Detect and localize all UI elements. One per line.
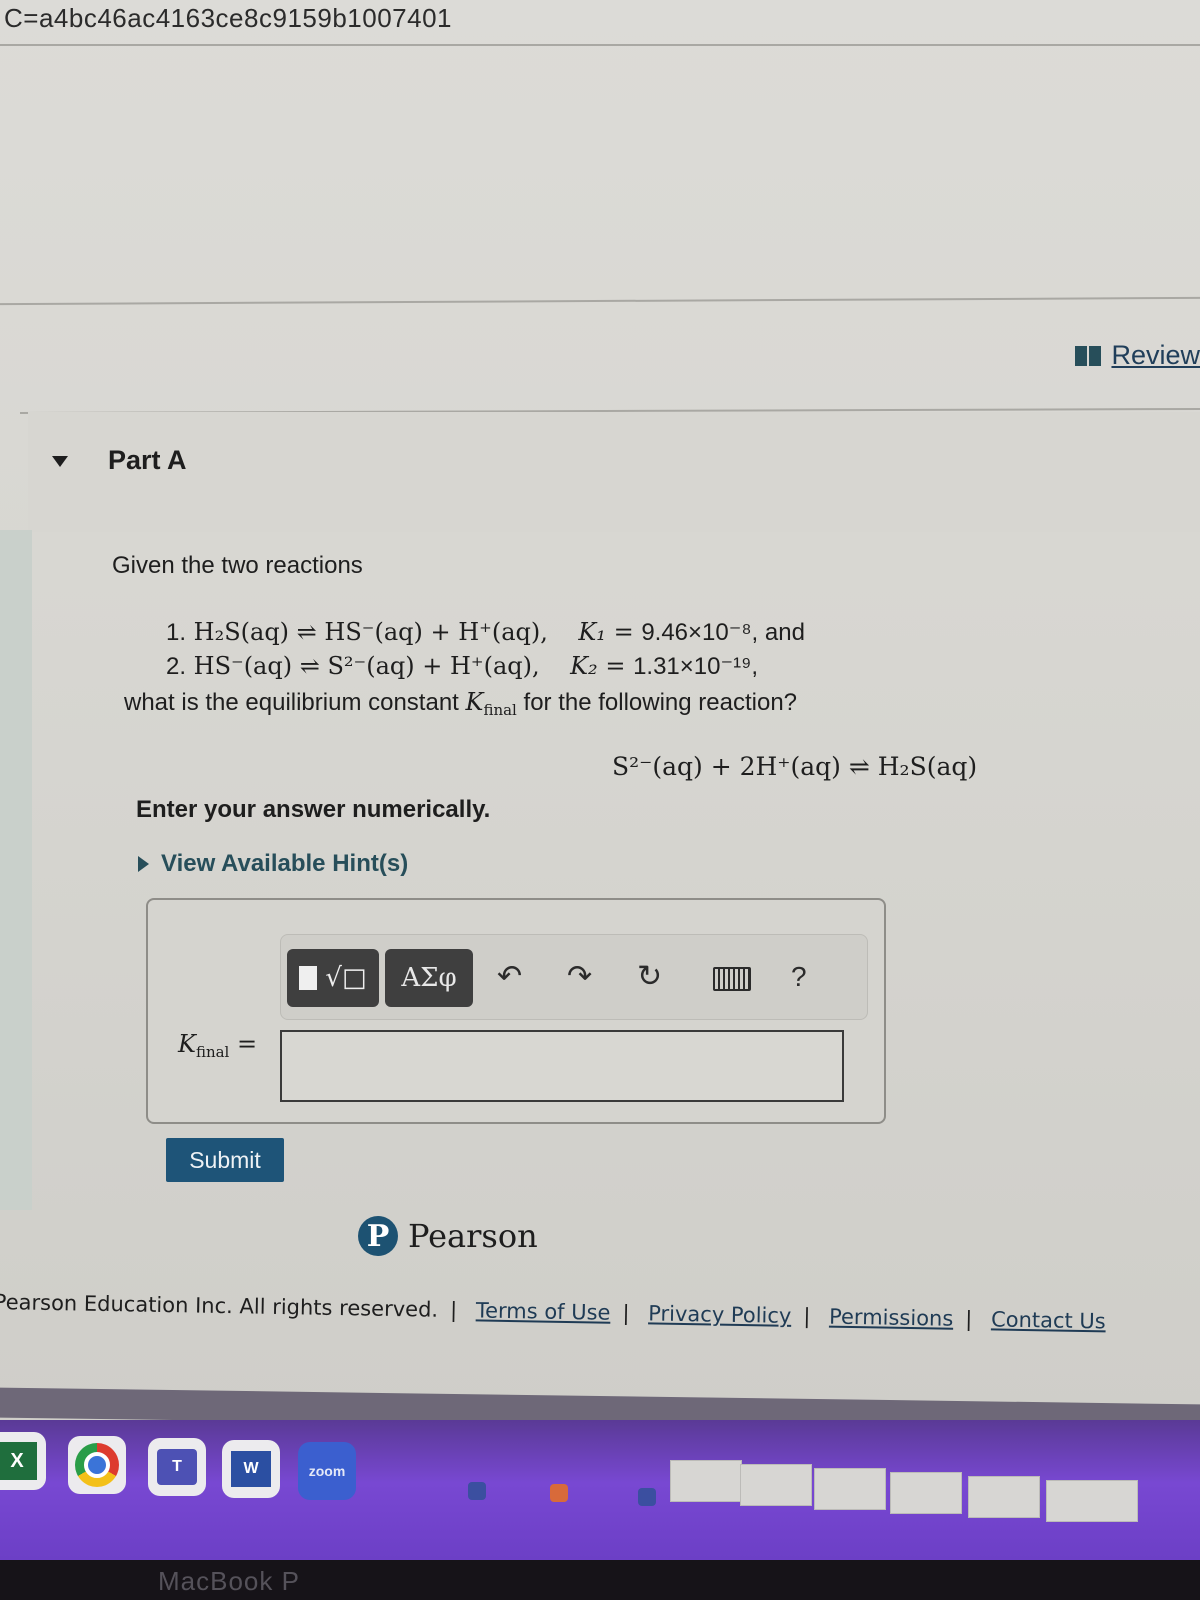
- word-app-icon[interactable]: W: [222, 1440, 280, 1498]
- device-label: MacBook P: [158, 1566, 300, 1596]
- math-toolbar: √□ ΑΣφ ↶ ↷ ↻ ?: [280, 934, 868, 1020]
- window-thumbnail[interactable]: [740, 1464, 812, 1506]
- instruction-text: Enter your answer numerically.: [136, 796, 491, 823]
- part-header[interactable]: [28, 412, 1200, 532]
- zoom-app-icon[interactable]: zoom: [298, 1442, 356, 1500]
- expand-caret-icon: [138, 856, 149, 872]
- photos-app-icon[interactable]: [550, 1484, 568, 1502]
- view-hints-toggle[interactable]: View Available Hint(s): [138, 850, 408, 878]
- chrome-app-icon[interactable]: [68, 1436, 126, 1494]
- word-doc-minimized-icon[interactable]: [468, 1482, 486, 1500]
- book-icon: [1075, 345, 1102, 366]
- word-minimized-icon[interactable]: [638, 1488, 656, 1506]
- pearson-brand: P Pearson: [358, 1216, 538, 1256]
- divider: [0, 296, 1200, 306]
- answer-input[interactable]: [280, 1030, 844, 1102]
- help-button[interactable]: ?: [791, 957, 807, 997]
- browser-window: C=a4bc46ac4163ce8c9159b1007401 Review Pa…: [0, 0, 1200, 1420]
- window-thumbnail[interactable]: [890, 1472, 962, 1514]
- question-text: what is the equilibrium constant Kfinal …: [124, 688, 798, 719]
- undo-icon[interactable]: ↶: [497, 957, 522, 997]
- contact-us-link[interactable]: Contact Us: [991, 1307, 1106, 1333]
- dock: X T W zoom: [0, 1420, 1200, 1560]
- copyright-text: Pearson Education Inc. All rights reserv…: [0, 1290, 439, 1322]
- window-thumbnail[interactable]: [814, 1468, 886, 1510]
- reset-icon[interactable]: ↻: [637, 957, 662, 997]
- window-thumbnail[interactable]: [968, 1476, 1040, 1518]
- part-title[interactable]: Part A: [108, 445, 187, 476]
- permissions-link[interactable]: Permissions: [829, 1305, 954, 1331]
- address-bar[interactable]: C=a4bc46ac4163ce8c9159b1007401: [0, 0, 1200, 36]
- greek-symbols-button[interactable]: ΑΣφ: [385, 949, 473, 1007]
- pearson-logo-icon: P: [358, 1216, 398, 1256]
- keyboard-icon[interactable]: [713, 967, 751, 991]
- collapse-caret-icon[interactable]: [52, 456, 68, 467]
- radical-icon: √□: [325, 963, 367, 993]
- terms-of-use-link[interactable]: Terms of Use: [476, 1298, 611, 1324]
- window-thumbnail[interactable]: [670, 1460, 742, 1502]
- review-link-group[interactable]: Review: [1075, 340, 1200, 371]
- templates-button[interactable]: √□: [287, 949, 379, 1007]
- redo-icon[interactable]: ↷: [567, 957, 592, 997]
- reaction-1: 1. H₂S(aq) ⇌ HS⁻(aq) + H⁺(aq), K₁ = 9.46…: [166, 618, 805, 646]
- excel-app-icon[interactable]: X: [0, 1432, 46, 1490]
- left-accent-bar: [0, 530, 32, 1210]
- target-reaction: S²⁻(aq) + 2H⁺(aq) ⇌ H₂S(aq): [612, 752, 978, 781]
- review-link[interactable]: Review: [1111, 340, 1200, 371]
- footer: Pearson Education Inc. All rights reserv…: [0, 1290, 1106, 1333]
- templates-icon: [299, 966, 318, 990]
- window-thumbnail[interactable]: [1046, 1480, 1138, 1522]
- intro-text: Given the two reactions: [112, 552, 363, 579]
- pearson-name: Pearson: [408, 1217, 538, 1255]
- answer-label: Kfinal =: [178, 1030, 258, 1061]
- divider: [0, 44, 1200, 46]
- hint-label[interactable]: View Available Hint(s): [161, 850, 408, 878]
- privacy-policy-link[interactable]: Privacy Policy: [648, 1301, 792, 1327]
- teams-app-icon[interactable]: T: [148, 1438, 206, 1496]
- reaction-2: 2. HS⁻(aq) ⇌ S²⁻(aq) + H⁺(aq), K₂ = 1.31…: [166, 652, 759, 680]
- submit-button[interactable]: Submit: [166, 1138, 284, 1182]
